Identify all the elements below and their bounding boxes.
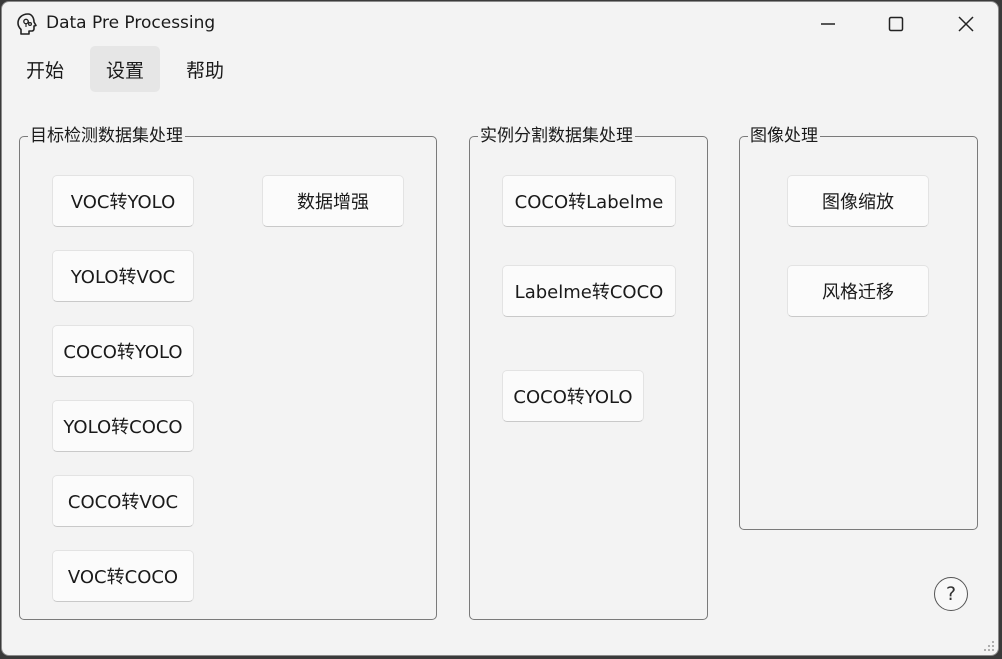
close-icon <box>958 16 974 32</box>
close-button[interactable] <box>936 2 996 46</box>
labelme-to-coco-button[interactable]: Labelme转COCO <box>502 265 676 317</box>
brain-head-icon <box>17 13 37 35</box>
detection-group-title: 目标检测数据集处理 <box>30 126 183 146</box>
menu-item-start[interactable]: 开始 <box>10 46 80 92</box>
segmentation-group-title: 实例分割数据集处理 <box>480 126 633 146</box>
style-transfer-button[interactable]: 风格迁移 <box>787 265 929 317</box>
title-bar: Data Pre Processing <box>2 2 998 46</box>
maximize-button[interactable] <box>866 2 926 46</box>
minimize-icon <box>821 23 835 25</box>
minimize-button[interactable] <box>798 2 858 46</box>
help-button[interactable]: ? <box>934 577 968 611</box>
maximize-icon <box>888 16 904 32</box>
menu-item-help[interactable]: 帮助 <box>170 46 240 92</box>
coco-to-yolo-button[interactable]: COCO转YOLO <box>52 325 194 377</box>
menu-item-settings[interactable]: 设置 <box>90 46 161 92</box>
data-augmentation-button[interactable]: 数据增强 <box>262 175 404 227</box>
image-resize-button[interactable]: 图像缩放 <box>787 175 929 227</box>
seg-coco-to-yolo-button[interactable]: COCO转YOLO <box>502 370 644 422</box>
menu-bar: 开始 设置 帮助 <box>10 46 240 94</box>
yolo-to-voc-button[interactable]: YOLO转VOC <box>52 250 194 302</box>
coco-to-voc-button[interactable]: COCO转VOC <box>52 475 194 527</box>
resize-grip-icon[interactable] <box>981 638 995 652</box>
voc-to-yolo-button[interactable]: VOC转YOLO <box>52 175 194 227</box>
app-window: Data Pre Processing 开始 设置 帮助 目标检测数据集处理 V… <box>1 1 999 656</box>
window-title: Data Pre Processing <box>46 13 216 33</box>
image-processing-group-title: 图像处理 <box>750 126 818 146</box>
voc-to-coco-button[interactable]: VOC转COCO <box>52 550 194 602</box>
coco-to-labelme-button[interactable]: COCO转Labelme <box>502 175 676 227</box>
yolo-to-coco-button[interactable]: YOLO转COCO <box>52 400 194 452</box>
